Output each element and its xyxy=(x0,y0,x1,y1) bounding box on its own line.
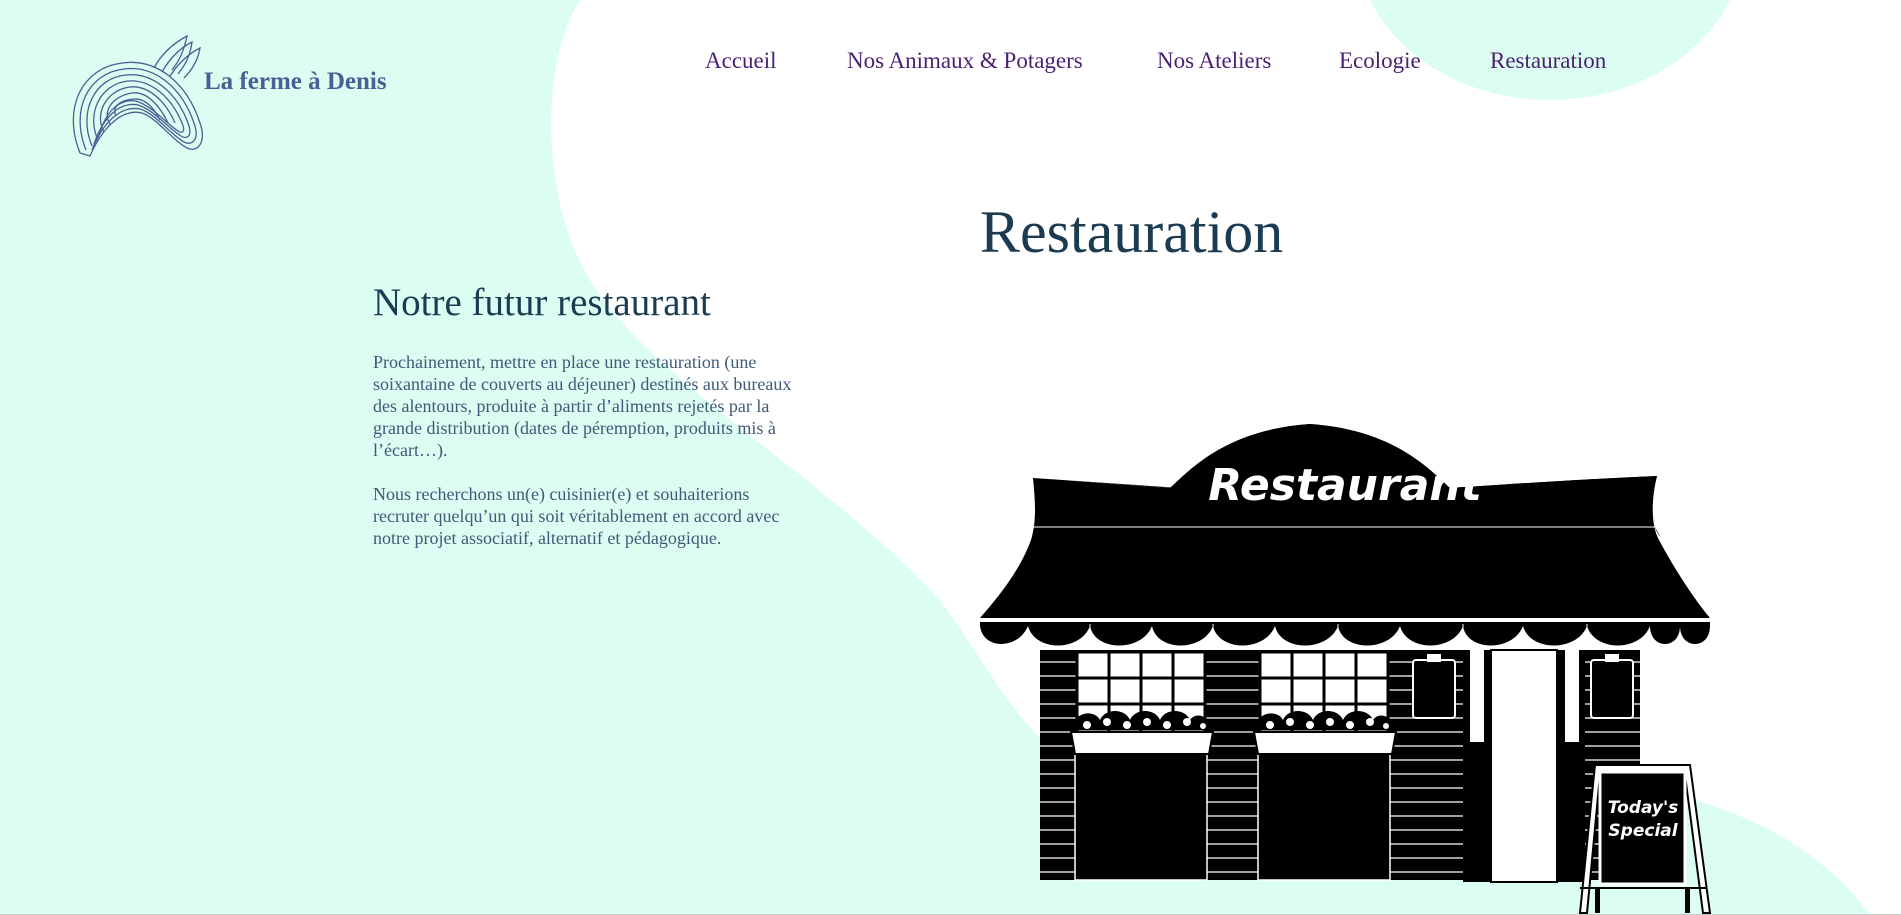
intro-paragraph: Prochainement, mettre en place une resta… xyxy=(373,352,792,460)
nav-item-ecologie[interactable]: Ecologie xyxy=(1339,48,1421,74)
nav-item-restauration[interactable]: Restauration xyxy=(1490,48,1606,74)
menu-frame-right xyxy=(1590,654,1634,719)
awning-sign-text: Restaurant xyxy=(1208,460,1483,511)
restaurant-awning xyxy=(980,424,1710,646)
section-title: Notre futur restaurant xyxy=(373,281,711,324)
nav-item-animaux-potagers[interactable]: Nos Animaux & Potagers xyxy=(847,48,1083,74)
horse-head-logo-icon xyxy=(72,34,203,157)
site-brand-name[interactable]: La ferme à Denis xyxy=(204,68,387,96)
board-text-line-2: Special xyxy=(1608,821,1678,841)
restaurant-storefront-illustration: Restaurant Today's Special xyxy=(980,424,1712,914)
board-text-line-1: Today's xyxy=(1608,798,1679,818)
left-window xyxy=(1074,650,1208,881)
menu-frame-left xyxy=(1412,654,1456,719)
recruitment-paragraph: Nous recherchons un(e) cuisinier(e) et s… xyxy=(373,484,780,548)
nav-item-ateliers[interactable]: Nos Ateliers xyxy=(1157,48,1271,74)
restaurant-door xyxy=(1463,649,1585,883)
page-title: Restauration xyxy=(980,199,1284,265)
middle-window xyxy=(1257,650,1391,881)
nav-item-accueil[interactable]: Accueil xyxy=(705,48,777,74)
